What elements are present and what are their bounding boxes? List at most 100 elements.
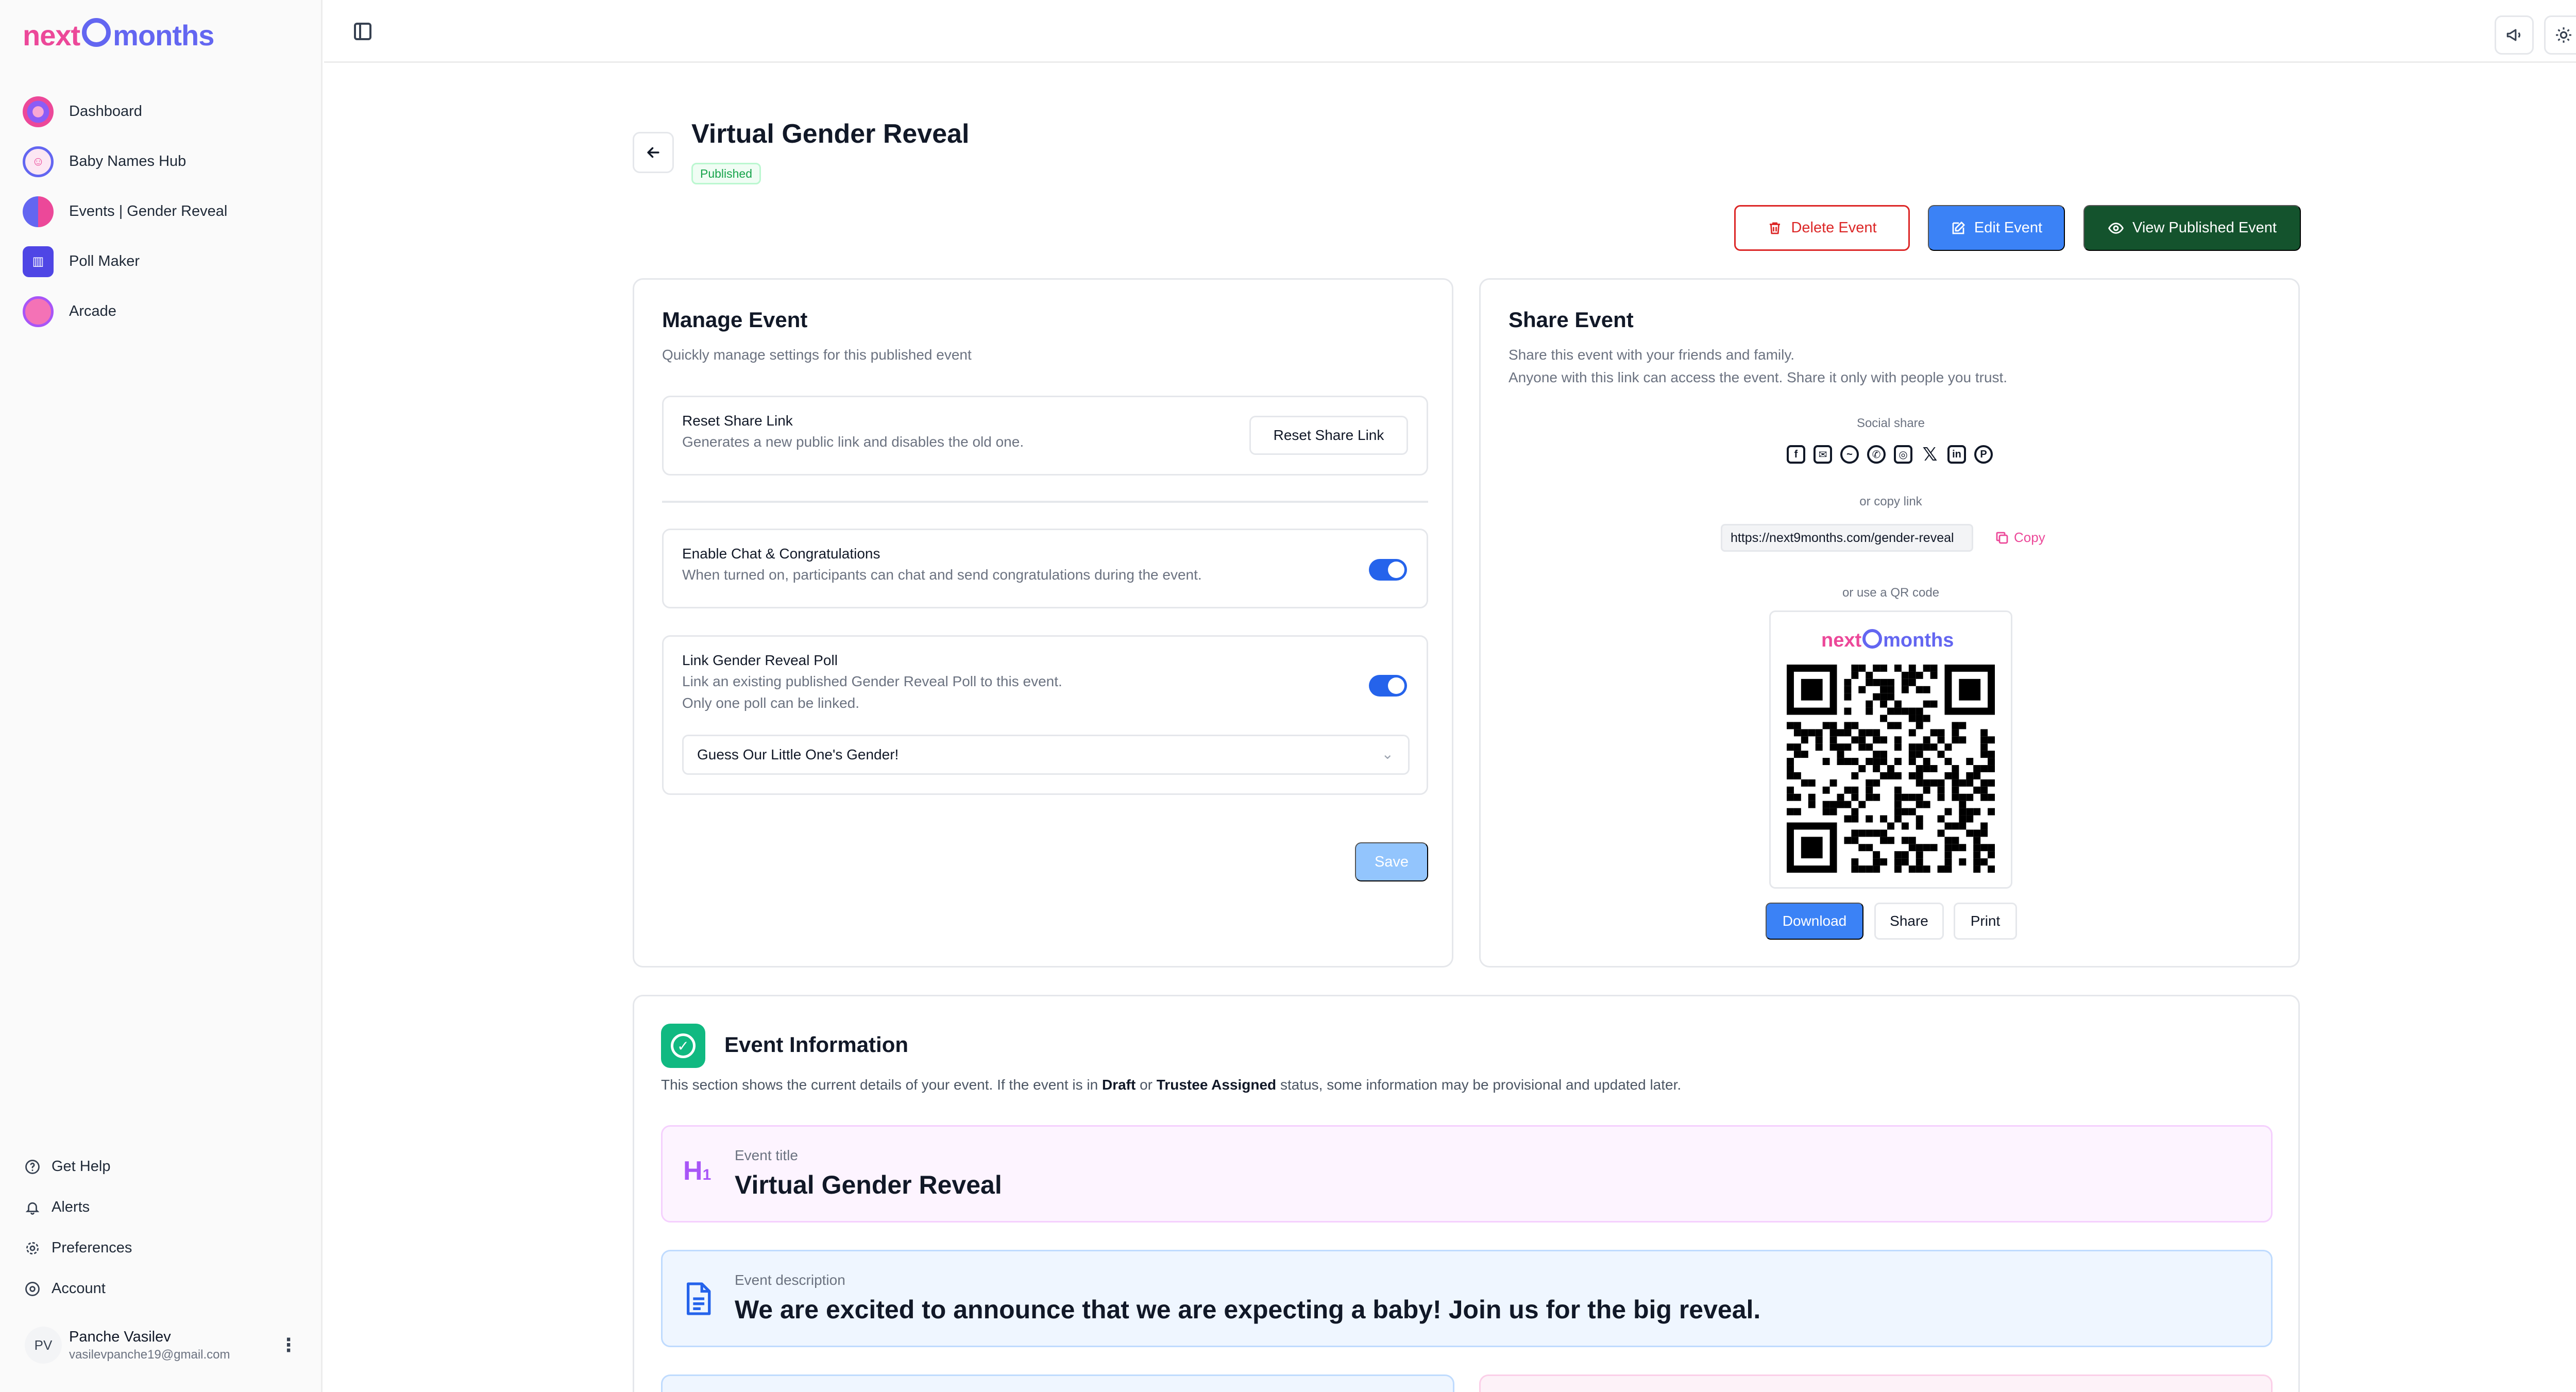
- sidebar-nav: Dashboard ☺ Baby Names Hub Events | Gend…: [23, 87, 227, 336]
- email-icon[interactable]: ✉: [1814, 445, 1832, 464]
- sidebar-item-arcade[interactable]: Arcade: [23, 286, 227, 336]
- event-description-value: We are excited to announce that we are e…: [735, 1295, 1761, 1324]
- user-profile[interactable]: PV Panche Vasilev vasilevpanche19@gmail.…: [25, 1327, 298, 1364]
- delete-event-label: Delete Event: [1791, 219, 1877, 236]
- preferences-link[interactable]: Preferences: [25, 1228, 132, 1268]
- get-help-link[interactable]: Get Help: [25, 1146, 132, 1187]
- page-title: Virtual Gender Reveal: [691, 119, 970, 149]
- x-icon[interactable]: 𝕏: [1921, 444, 1939, 465]
- announcement-button[interactable]: [2495, 15, 2534, 55]
- copy-link-label: or copy link: [1859, 495, 1922, 508]
- poll-toggle[interactable]: [1369, 675, 1407, 697]
- copy-icon: [1996, 532, 2008, 544]
- facebook-icon[interactable]: f: [1787, 445, 1805, 464]
- back-button[interactable]: [633, 132, 674, 173]
- share-event-warning: Anyone with this link can access the eve…: [1509, 369, 2008, 385]
- chat-toggle[interactable]: [1369, 559, 1407, 581]
- reset-share-link-title: Reset Share Link: [682, 413, 793, 429]
- arcade-icon: [23, 296, 54, 327]
- check-circle-icon: ✓: [661, 1024, 705, 1068]
- user-email: vasilevpanche19@gmail.com: [69, 1347, 230, 1362]
- event-title-label: Event title: [735, 1147, 798, 1163]
- sidebar: next months Dashboard ☺ Baby Names Hub E…: [0, 0, 323, 1392]
- account-label: Account: [52, 1280, 106, 1297]
- bell-icon: [25, 1200, 40, 1215]
- sidebar-item-events[interactable]: Events | Gender Reveal: [23, 186, 227, 236]
- event-title-value: Virtual Gender Reveal: [735, 1170, 1002, 1199]
- social-share-label: Social share: [1856, 416, 1925, 430]
- sidebar-item-label: Poll Maker: [69, 253, 140, 269]
- sidebar-item-label: Events | Gender Reveal: [69, 203, 228, 219]
- poll-select-value: Guess Our Little One's Gender!: [697, 746, 899, 762]
- print-qr-button[interactable]: Print: [1954, 903, 2017, 940]
- trash-icon: [1770, 222, 1781, 234]
- poll-link-description: Link an existing published Gender Reveal…: [682, 673, 1062, 689]
- delete-event-button[interactable]: Delete Event: [1734, 205, 1910, 251]
- messenger-icon[interactable]: ~: [1840, 445, 1859, 464]
- reset-share-link-button[interactable]: Reset Share Link: [1249, 416, 1408, 455]
- more-vertical-icon[interactable]: ⋮: [279, 1334, 298, 1356]
- logo-text-next: next: [23, 19, 80, 52]
- user-info: Panche Vasilev vasilevpanche19@gmail.com: [69, 1329, 230, 1362]
- brand-logo[interactable]: next months: [23, 18, 214, 52]
- qr-code-label: or use a QR code: [1842, 586, 1940, 600]
- chevron-down-icon: ⌄: [1381, 746, 1394, 762]
- poll-link-title: Link Gender Reveal Poll: [682, 652, 838, 668]
- theme-toggle-button[interactable]: [2544, 15, 2576, 55]
- qr-logo-next: next: [1821, 630, 1862, 651]
- info-card-peek-right: [1479, 1374, 2273, 1392]
- linkedin-icon[interactable]: in: [1947, 445, 1966, 464]
- heading-icon: H1: [683, 1156, 711, 1186]
- manage-event-card: Manage Event Quickly manage settings for…: [633, 278, 1453, 967]
- sidebar-bottom-nav: Get Help Alerts Preferences Account: [25, 1146, 132, 1309]
- share-link-field[interactable]: https://next9months.com/gender-reveal: [1721, 524, 1973, 552]
- qr-logo-nine-icon: [1862, 629, 1883, 649]
- poll-link-note: Only one poll can be linked.: [682, 695, 859, 711]
- social-share-icons: f ✉ ~ ✆ ◎ 𝕏 in P: [1787, 444, 1993, 465]
- account-link[interactable]: Account: [25, 1268, 132, 1309]
- poll-link-box: Link Gender Reveal Poll Link an existing…: [662, 635, 1428, 795]
- sidebar-item-label: Dashboard: [69, 103, 142, 120]
- desc-text: status, some information may be provisio…: [1276, 1077, 1682, 1093]
- qr-brand-logo: next months: [1821, 629, 1954, 652]
- sidebar-toggle-icon[interactable]: [354, 23, 371, 40]
- get-help-label: Get Help: [52, 1158, 111, 1175]
- desc-draft: Draft: [1101, 1077, 1136, 1093]
- eye-icon: [2108, 222, 2124, 234]
- whatsapp-icon[interactable]: ✆: [1867, 445, 1886, 464]
- chat-setting-description: When turned on, participants can chat an…: [682, 567, 1202, 583]
- poll-chart-icon: ▥: [23, 246, 54, 277]
- instagram-icon[interactable]: ◎: [1894, 445, 1912, 464]
- baby-icon: ☺: [23, 146, 54, 177]
- sun-icon: [2556, 27, 2571, 43]
- event-title-field: H1 Event title Virtual Gender Reveal: [661, 1125, 2273, 1223]
- view-published-event-button[interactable]: View Published Event: [2083, 205, 2301, 251]
- document-icon: [683, 1281, 713, 1323]
- poll-select[interactable]: Guess Our Little One's Gender! ⌄: [682, 735, 1410, 775]
- edit-event-button[interactable]: Edit Event: [1928, 205, 2065, 251]
- arrow-left-icon: [647, 147, 659, 158]
- download-qr-button[interactable]: Download: [1766, 903, 1863, 940]
- share-qr-button[interactable]: Share: [1874, 903, 1944, 940]
- help-circle-icon: [25, 1159, 40, 1175]
- gear-icon: [25, 1241, 40, 1256]
- qr-logo-months: months: [1883, 630, 1954, 651]
- edit-event-label: Edit Event: [1974, 219, 2043, 236]
- pinterest-icon[interactable]: P: [1974, 445, 1993, 464]
- avatar: PV: [25, 1327, 62, 1364]
- sidebar-item-poll-maker[interactable]: ▥ Poll Maker: [23, 236, 227, 286]
- manage-event-title: Manage Event: [662, 308, 808, 332]
- save-button[interactable]: Save: [1355, 842, 1428, 881]
- share-event-title: Share Event: [1509, 308, 1634, 332]
- alerts-link[interactable]: Alerts: [25, 1187, 132, 1228]
- copy-link-button[interactable]: Copy: [1994, 530, 2045, 546]
- reset-share-link-box: Reset Share Link Generates a new public …: [662, 396, 1428, 476]
- sidebar-item-baby-names[interactable]: ☺ Baby Names Hub: [23, 137, 227, 186]
- edit-icon: [1952, 221, 1965, 234]
- sidebar-item-dashboard[interactable]: Dashboard: [23, 87, 227, 137]
- desc-text: This section shows the current details o…: [661, 1077, 1102, 1093]
- logo-text-months: months: [113, 19, 214, 52]
- dashboard-icon: [23, 96, 54, 127]
- chat-settings-box: Enable Chat & Congratulations When turne…: [662, 529, 1428, 608]
- logo-nine-icon: [82, 18, 111, 47]
